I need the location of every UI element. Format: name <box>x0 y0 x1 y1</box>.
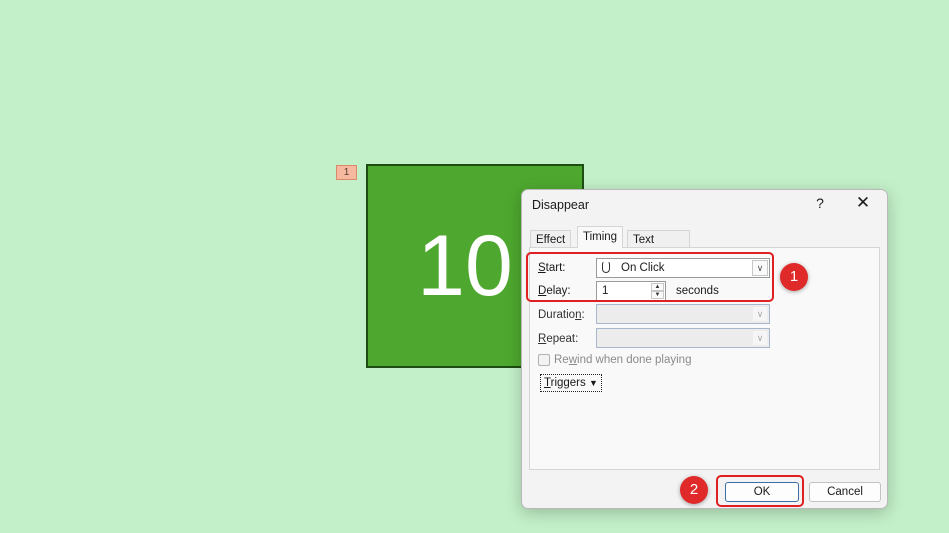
close-button[interactable]: ✕ <box>852 193 874 215</box>
help-button[interactable]: ? <box>812 195 828 213</box>
rewind-checkbox[interactable] <box>538 354 550 366</box>
tab-timing[interactable]: Timing <box>577 226 624 248</box>
close-icon: ✕ <box>855 193 871 212</box>
step-badge-2: 2 <box>680 476 708 504</box>
dialog-titlebar[interactable]: Disappear ? ✕ <box>522 190 887 220</box>
tab-effect[interactable]: Effect <box>530 230 572 248</box>
tab-text-animation[interactable]: Text Animation <box>627 230 691 264</box>
triggers-button[interactable]: Triggers ▼ <box>540 374 602 392</box>
chevron-down-icon: ∨ <box>752 306 768 322</box>
cancel-button[interactable]: Cancel <box>809 482 881 502</box>
double-chevron-down-icon: ▼ <box>588 378 598 388</box>
highlight-ok <box>716 475 804 507</box>
disappear-dialog: Disappear ? ✕ Effect Timing Text Animati… <box>521 189 888 509</box>
dialog-title: Disappear <box>532 198 589 212</box>
repeat-label: Repeat: <box>538 333 579 345</box>
animation-order-tag[interactable]: 1 <box>336 165 357 180</box>
duration-select[interactable]: ∨ <box>596 304 770 324</box>
chevron-down-icon: ∨ <box>752 330 768 346</box>
highlight-start-delay <box>526 252 774 302</box>
step-badge-1: 1 <box>780 263 808 291</box>
rewind-label: Rewind when done playing <box>554 354 692 366</box>
repeat-select[interactable]: ∨ <box>596 328 770 348</box>
duration-label: Duration: <box>538 309 585 321</box>
